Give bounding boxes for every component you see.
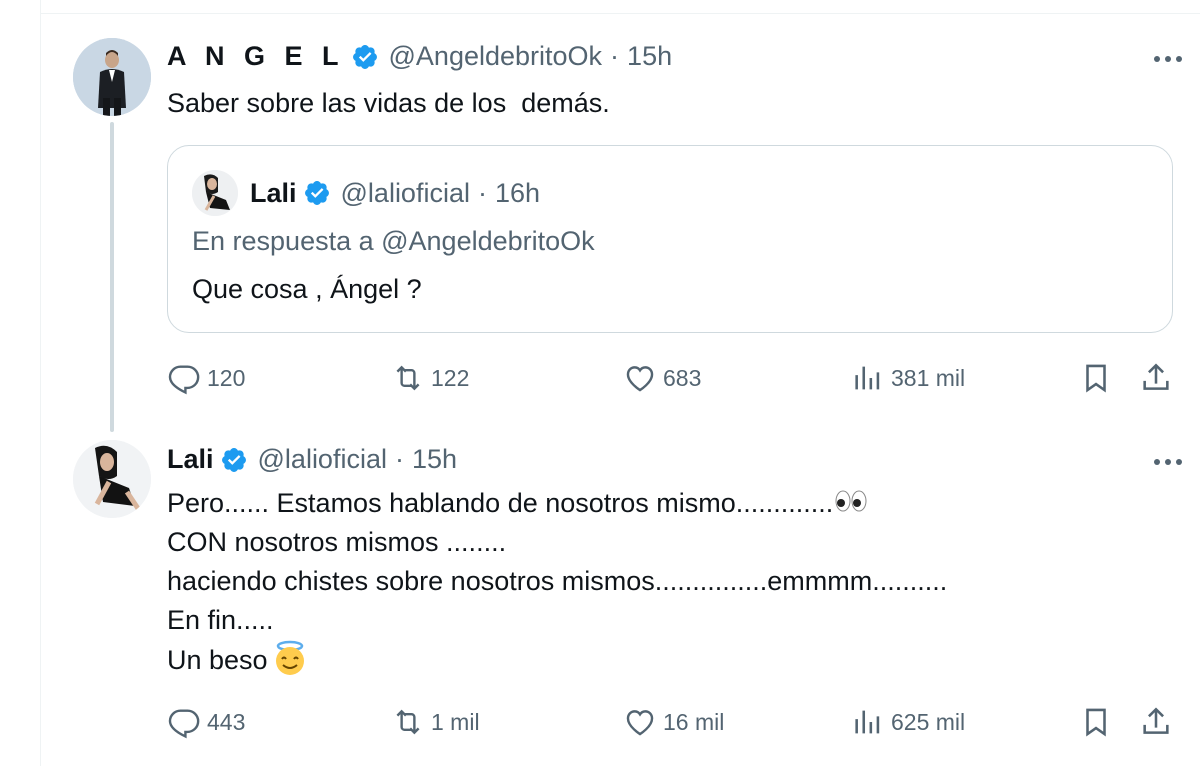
bookmark-icon [1086,708,1106,737]
bookmark-button[interactable] [1079,702,1113,742]
display-name[interactable]: A N G E L [167,41,345,72]
retweet-count: 1 mil [431,708,480,735]
verified-badge-icon [304,181,329,205]
reply-count: 443 [207,708,246,735]
bookmark-icon [1086,364,1106,393]
reply-prefix: En respuesta a [192,226,382,256]
share-icon [1143,707,1169,734]
views-count: 381 mil [891,364,966,391]
heart-icon [626,710,654,736]
avatar-angel[interactable] [73,38,151,116]
like-button[interactable]: 16 mil [623,702,724,742]
reply-button[interactable]: 120 [167,358,245,398]
bookmark-button[interactable] [1079,358,1113,398]
like-count: 16 mil [663,708,725,735]
more-options-button[interactable] [1148,44,1188,74]
reply-icon [168,709,200,739]
retweet-icon [396,365,420,391]
quoted-tweet-text: Que cosa , Ángel ? [192,274,422,304]
display-name[interactable]: Lali [167,444,214,475]
timestamp[interactable]: 16h [495,178,540,209]
heart-icon [626,366,654,392]
retweet-button[interactable]: 1 mil [391,702,480,742]
tweet-header: A N G E L @AngeldebritoOk · 15h [167,41,672,72]
share-icon [1143,363,1169,390]
avatar-lali-small [192,170,238,216]
quoted-tweet-header: Lali @lalioficial · 16h [192,170,540,216]
views-icon [855,366,880,390]
reply-icon [168,365,200,395]
reply-mention-link[interactable]: @AngeldebritoOk [381,226,595,256]
action-bar: 443 1 mil 16 mil 625 mil [167,702,1169,742]
tweet-line: Un beso [167,645,268,675]
separator-dot: · [477,177,487,208]
more-horizontal-icon [1154,56,1182,62]
smiling-halo-emoji-icon [275,640,304,675]
like-count: 683 [663,364,702,391]
share-button[interactable] [1139,358,1173,398]
thread-line [110,122,114,432]
views-icon [855,710,880,734]
timeline-frame: A N G E L @AngeldebritoOk · 15h Saber so… [40,0,1200,766]
timestamp[interactable]: 15h [412,444,457,475]
tweet-line: CON nosotros mismos ........ [167,527,507,557]
like-button[interactable]: 683 [623,358,701,398]
verified-badge-icon [352,44,377,69]
retweet-button[interactable]: 122 [391,358,469,398]
views-button[interactable]: 625 mil [851,702,965,742]
user-handle[interactable]: @lalioficial [341,178,470,209]
more-horizontal-icon [1154,459,1182,465]
retweet-icon [396,709,420,735]
views-count: 625 mil [891,708,966,735]
avatar-lali[interactable] [73,440,151,518]
separator-dot: · [394,444,404,474]
user-handle[interactable]: @AngeldebritoOk [389,41,603,72]
tweet-text: Pero...... Estamos hablando de nosotros … [167,484,947,680]
reply-context: En respuesta a @AngeldebritoOk [192,226,595,257]
divider [41,13,1200,14]
tweet-line: En fin..... [167,605,274,635]
share-button[interactable] [1139,702,1173,742]
timestamp[interactable]: 15h [627,41,672,72]
views-button[interactable]: 381 mil [851,358,965,398]
tweet-text: Saber sobre las vidas de los demás. [167,88,610,118]
action-bar: 120 122 683 381 mil [167,358,1169,398]
tweet-line: Pero...... Estamos hablando de nosotros … [167,488,834,518]
verified-badge-icon [221,447,246,472]
display-name[interactable]: Lali [250,178,297,209]
more-options-button[interactable] [1148,447,1188,477]
quoted-tweet[interactable]: Lali @lalioficial · 16h En respuesta a @… [167,145,1173,333]
user-handle[interactable]: @lalioficial [258,444,387,475]
separator-dot: · [610,41,620,71]
tweet-line: haciendo chistes sobre nosotros mismos..… [167,566,948,596]
retweet-count: 122 [431,364,470,391]
reply-count: 120 [207,364,246,391]
eyes-emoji-icon [835,490,867,512]
reply-button[interactable]: 443 [167,702,245,742]
tweet-header: Lali @lalioficial · 15h [167,444,457,475]
